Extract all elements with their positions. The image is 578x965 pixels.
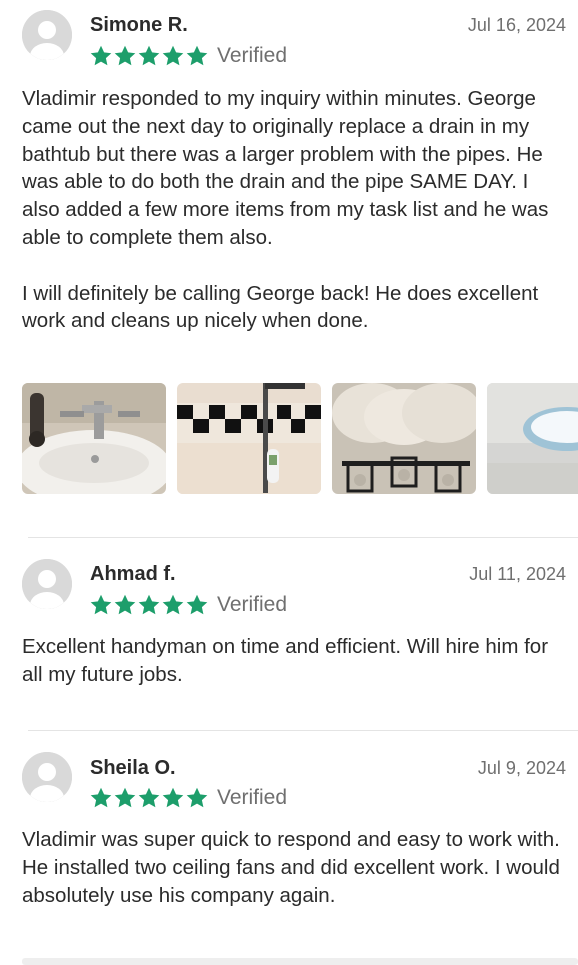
review-divider <box>28 730 578 731</box>
verified-label: Verified <box>217 593 288 616</box>
bathroom-faucet-photo[interactable] <box>22 383 166 494</box>
user-placeholder-icon <box>22 752 72 802</box>
user-placeholder-icon <box>22 10 72 60</box>
star-icon <box>185 786 209 810</box>
avatar <box>22 10 72 60</box>
review-text: Vladimir responded to my inquiry within … <box>22 87 549 333</box>
reviewer-name: Ahmad f. <box>90 563 176 585</box>
review-divider <box>28 537 578 538</box>
review-photos <box>22 383 578 494</box>
star-icon <box>113 593 137 617</box>
star-icon <box>113 786 137 810</box>
review-date: Jul 16, 2024 <box>467 15 566 35</box>
star-icon <box>89 786 113 810</box>
review-text: Vladimir was super quick to respond and … <box>22 828 560 907</box>
ceiling-fan-light-photo[interactable] <box>487 383 578 494</box>
stars <box>89 786 209 810</box>
vanity-light-fixture-photo[interactable] <box>332 383 476 494</box>
avatar <box>22 752 72 802</box>
star-icon <box>89 44 113 68</box>
stars <box>89 593 209 617</box>
next-review-edge <box>22 958 578 965</box>
star-icon <box>161 786 185 810</box>
reviewer-name: Sheila O. <box>90 757 176 779</box>
review-date: Jul 11, 2024 <box>469 564 566 584</box>
star-icon <box>137 44 161 68</box>
star-icon <box>113 44 137 68</box>
star-icon <box>185 593 209 617</box>
user-placeholder-icon <box>22 559 72 609</box>
star-icon <box>185 44 209 68</box>
review-text: Excellent handyman on time and efficient… <box>22 635 549 686</box>
star-icon <box>161 44 185 68</box>
avatar <box>22 559 72 609</box>
star-icon <box>89 593 113 617</box>
verified-label: Verified <box>217 786 288 809</box>
review-date: Jul 9, 2024 <box>477 758 566 778</box>
star-rating: Verified <box>89 785 287 811</box>
star-icon <box>137 786 161 810</box>
star-icon <box>161 593 185 617</box>
star-rating: Verified <box>89 43 287 69</box>
stars <box>89 44 209 68</box>
checkered-tile-shower-photo[interactable] <box>177 383 321 494</box>
verified-label: Verified <box>217 44 288 67</box>
star-rating: Verified <box>89 592 287 618</box>
reviewer-name: Simone R. <box>90 14 188 36</box>
star-icon <box>137 593 161 617</box>
